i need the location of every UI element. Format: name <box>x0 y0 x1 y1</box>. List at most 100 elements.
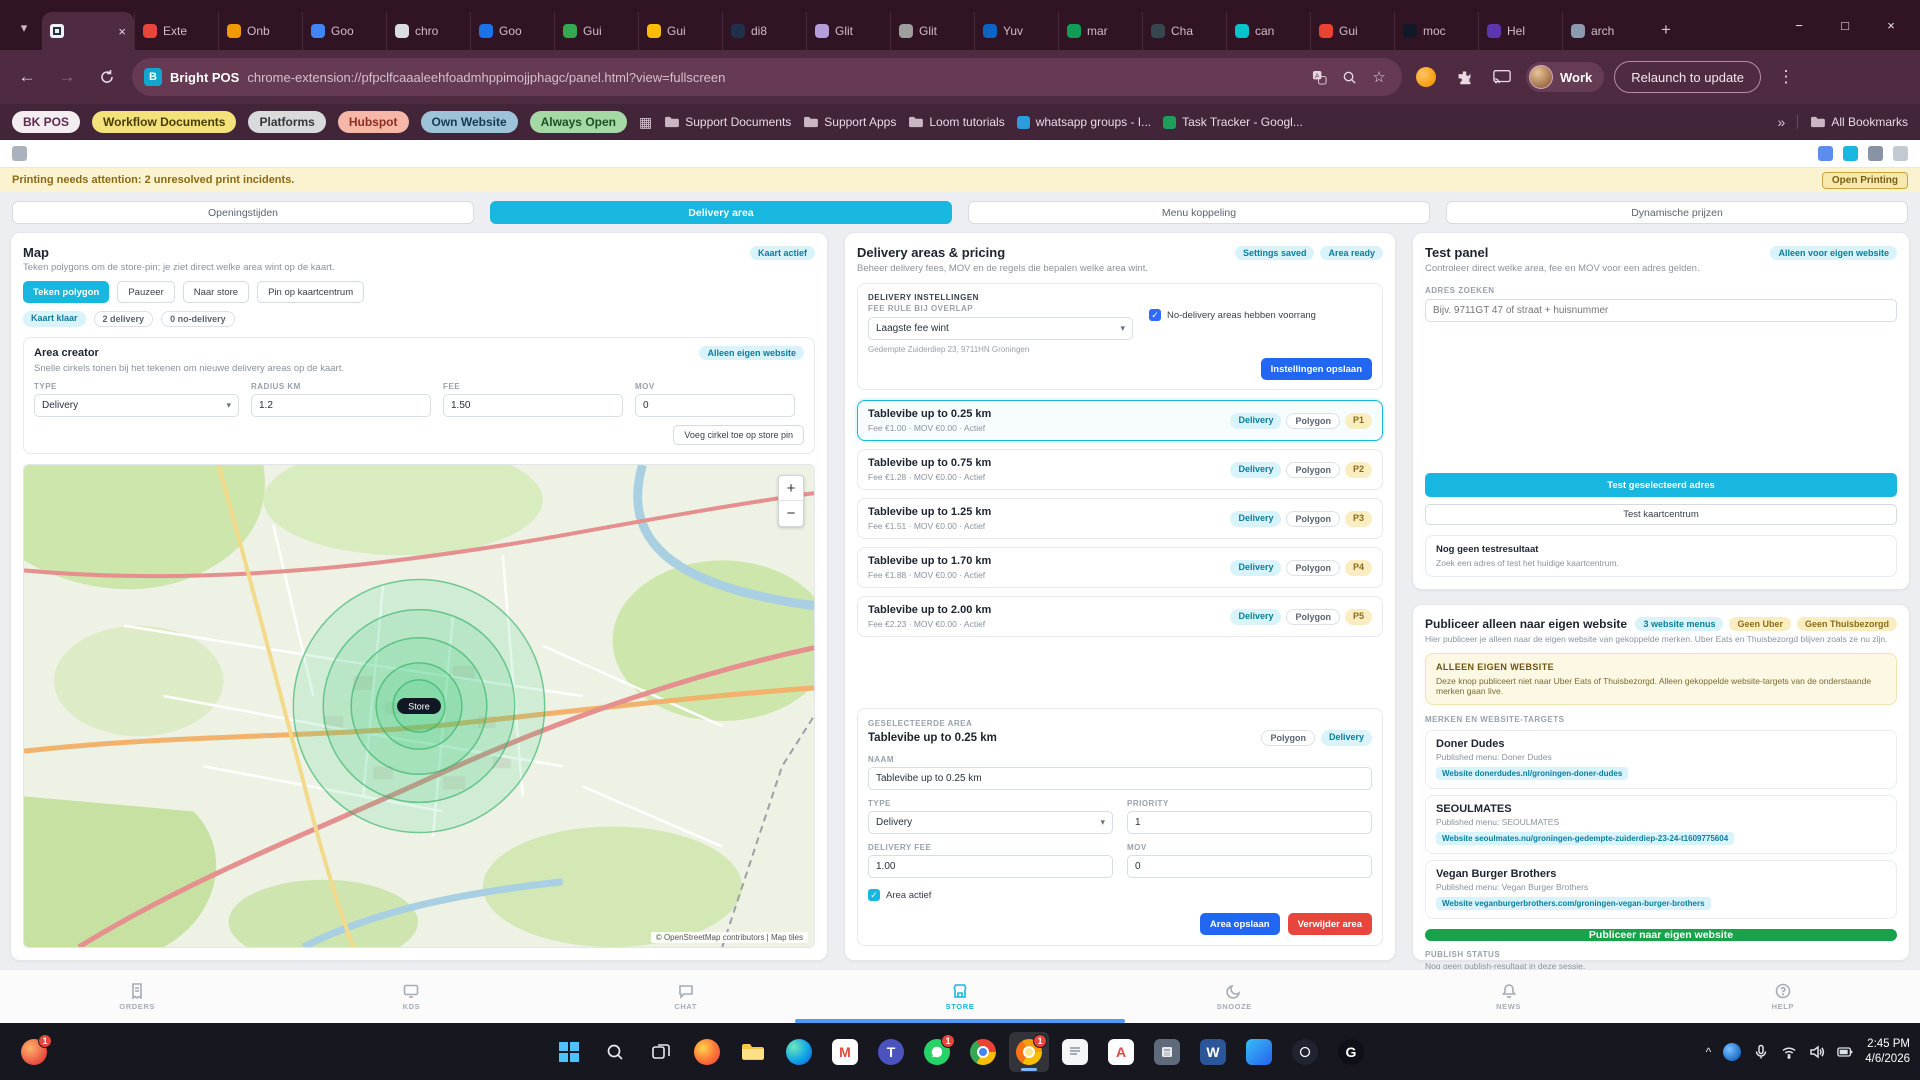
area-name-input[interactable] <box>868 767 1372 790</box>
acrobat-button[interactable]: A <box>1101 1032 1141 1072</box>
browser-tab[interactable]: Onb <box>218 12 302 50</box>
nav-chat[interactable]: CHAT <box>549 983 823 1011</box>
taskbar-clock[interactable]: 2:45 PM 4/6/2026 <box>1865 1037 1910 1067</box>
chat-panel-icon[interactable] <box>1843 146 1858 161</box>
relaunch-button[interactable]: Relaunch to update <box>1614 61 1761 93</box>
map-canvas[interactable]: Store + − © OpenStreetMap contributors |… <box>23 464 815 948</box>
bookmark-chip[interactable]: Always Open <box>530 111 627 133</box>
area-list-item[interactable]: Tablevibe up to 0.25 km Fee €1.00 · MOV … <box>857 400 1383 441</box>
bookmark-folder[interactable]: Loom tutorials <box>908 115 1004 129</box>
zoom-out-button[interactable]: − <box>779 501 803 526</box>
bookmarks-overflow-button[interactable]: » <box>1778 114 1786 130</box>
mov-input[interactable] <box>635 394 795 417</box>
nav-kds[interactable]: KDS <box>274 983 548 1011</box>
word-button[interactable]: W <box>1193 1032 1233 1072</box>
nav-help[interactable]: HELP <box>1646 983 1920 1011</box>
settings-icon[interactable] <box>1893 146 1908 161</box>
address-bar[interactable]: B Bright POS chrome-extension://pfpclfca… <box>132 58 1402 96</box>
fee-rule-select[interactable]: Laagste fee wint ▾ <box>868 317 1133 340</box>
profile-button[interactable]: Work <box>1526 62 1604 92</box>
browser-menu-button[interactable]: ⋮ <box>1771 62 1801 92</box>
notifications-app-button[interactable]: 1 <box>14 1032 54 1072</box>
onedrive-icon[interactable] <box>1723 1043 1741 1061</box>
save-area-button[interactable]: Area opslaan <box>1200 913 1280 935</box>
area-active-checkbox[interactable]: ✓ <box>868 889 880 901</box>
browser-tab[interactable]: mar <box>1058 12 1142 50</box>
maximize-button[interactable]: □ <box>1822 0 1868 50</box>
browser-tab[interactable]: can <box>1226 12 1310 50</box>
browser-tab[interactable]: Exte <box>134 12 218 50</box>
bookmark-chip[interactable]: Hubspot <box>338 111 409 133</box>
all-bookmarks-button[interactable]: All Bookmarks <box>1797 115 1908 129</box>
nav-orders[interactable]: ORDERS <box>0 983 274 1011</box>
creator-type-select[interactable]: Delivery ▾ <box>34 394 239 417</box>
apps-grid-icon[interactable]: ▦ <box>639 114 652 131</box>
bookmark-chip[interactable]: Workflow Documents <box>92 111 236 133</box>
new-tab-button[interactable]: + <box>1652 16 1680 44</box>
bookmark-star-icon[interactable]: ☆ <box>1368 66 1390 88</box>
zoom-in-button[interactable]: + <box>779 476 803 501</box>
add-circle-button[interactable]: Voeg cirkel toe op store pin <box>673 425 804 445</box>
extensions-puzzle-button[interactable] <box>1450 63 1478 91</box>
chrome-work-button[interactable]: 1 <box>1009 1032 1049 1072</box>
reload-button[interactable] <box>92 62 122 92</box>
area-list-item[interactable]: Tablevibe up to 2.00 km Fee €2.23 · MOV … <box>857 596 1383 637</box>
draw-polygon-button[interactable]: Teken polygon <box>23 281 109 303</box>
bookmark-chip[interactable]: Own Website <box>421 111 518 133</box>
start-button[interactable] <box>549 1032 589 1072</box>
view-tab[interactable]: Delivery area <box>490 201 952 224</box>
file-explorer-button[interactable] <box>733 1032 773 1072</box>
area-list-item[interactable]: Tablevibe up to 1.25 km Fee €1.51 · MOV … <box>857 498 1383 539</box>
volume-icon[interactable] <box>1809 1044 1825 1060</box>
browser-tab[interactable]: Glit <box>890 12 974 50</box>
browser-tab[interactable]: arch <box>1562 12 1646 50</box>
sidebar-toggle-icon[interactable] <box>12 146 27 161</box>
browser-tab[interactable]: Gui <box>638 12 722 50</box>
open-printing-button[interactable]: Open Printing <box>1822 172 1908 189</box>
browser-tab[interactable]: Goo <box>302 12 386 50</box>
view-tab[interactable]: Openingstijden <box>12 201 474 224</box>
photos-button[interactable] <box>1239 1032 1279 1072</box>
test-map-center-button[interactable]: Test kaartcentrum <box>1425 504 1897 525</box>
area-list-item[interactable]: Tablevibe up to 1.70 km Fee €1.88 · MOV … <box>857 547 1383 588</box>
nav-store[interactable]: STORE <box>823 983 1097 1011</box>
no-delivery-priority-checkbox[interactable]: ✓ <box>1149 309 1161 321</box>
taskbar-search-button[interactable] <box>595 1032 635 1072</box>
priority-input[interactable] <box>1127 811 1372 834</box>
monitor-icon[interactable] <box>1868 146 1883 161</box>
back-button[interactable]: ← <box>12 62 42 92</box>
extension-shortcut-button[interactable] <box>1412 63 1440 91</box>
browser-tab[interactable]: Gui <box>1310 12 1394 50</box>
close-window-button[interactable]: × <box>1868 0 1914 50</box>
chrome-button[interactable] <box>963 1032 1003 1072</box>
minimize-button[interactable]: − <box>1776 0 1822 50</box>
save-settings-button[interactable]: Instellingen opslaan <box>1261 358 1372 380</box>
area-list-item[interactable]: Tablevibe up to 0.75 km Fee €1.28 · MOV … <box>857 449 1383 490</box>
calculator-button[interactable] <box>1147 1032 1187 1072</box>
delete-area-button[interactable]: Verwijder area <box>1288 913 1372 935</box>
forward-button[interactable]: → <box>52 62 82 92</box>
cast-button[interactable] <box>1488 63 1516 91</box>
browser-tab[interactable]: chro <box>386 12 470 50</box>
browser-tab[interactable]: moc <box>1394 12 1478 50</box>
github-button[interactable]: G <box>1331 1032 1371 1072</box>
view-tab[interactable]: Dynamische prijzen <box>1446 201 1908 224</box>
pin-map-center-button[interactable]: Pin op kaartcentrum <box>257 281 364 303</box>
notepad-button[interactable] <box>1055 1032 1095 1072</box>
delivery-fee-input[interactable] <box>868 855 1113 878</box>
test-address-button[interactable]: Test geselecteerd adres <box>1425 473 1897 497</box>
browser-tab[interactable]: Yuv <box>974 12 1058 50</box>
nav-snooze[interactable]: SNOOZE <box>1097 983 1371 1011</box>
browser-tab[interactable]: Gui <box>554 12 638 50</box>
search-icon[interactable] <box>1338 66 1360 88</box>
publish-button[interactable]: Publiceer naar eigen website <box>1425 929 1897 941</box>
bookmark-folder[interactable]: Support Documents <box>664 115 791 129</box>
translate-icon[interactable]: A <box>1308 66 1330 88</box>
whatsapp-button[interactable]: 1 <box>917 1032 957 1072</box>
bookmark-item[interactable]: Task Tracker - Googl... <box>1163 115 1303 129</box>
address-search-input[interactable] <box>1425 299 1897 322</box>
battery-icon[interactable] <box>1837 1044 1853 1060</box>
brand-website-target[interactable]: Website donerdudes.nl/groningen-doner-du… <box>1436 767 1628 780</box>
teams-button[interactable]: T <box>871 1032 911 1072</box>
nav-news[interactable]: NEWS <box>1371 983 1645 1011</box>
